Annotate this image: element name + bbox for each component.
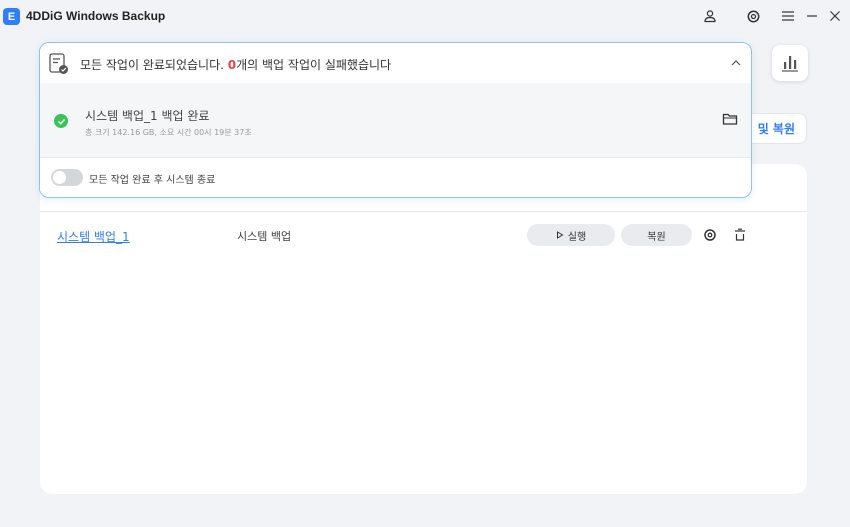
task-report-icon [49, 53, 68, 74]
bar-chart-icon [782, 56, 798, 72]
run-label: 실행 [567, 231, 587, 243]
check-circle-icon [54, 114, 68, 128]
menu-icon[interactable] [780, 8, 796, 24]
app-title: 4DDiG Windows Backup [26, 9, 166, 23]
delete-icon[interactable] [732, 227, 748, 243]
chevron-up-icon[interactable] [730, 57, 742, 69]
run-button[interactable]: 실행 [527, 224, 615, 246]
shutdown-toggle[interactable] [51, 169, 83, 186]
list-divider [40, 211, 807, 212]
backup-name-link[interactable]: 시스템 백업_1 [57, 228, 130, 245]
close-icon[interactable] [827, 8, 843, 24]
statistics-button[interactable] [772, 45, 808, 81]
backup-list-panel [40, 164, 807, 494]
task-title: 시스템 백업_1 백업 완료 [85, 109, 210, 123]
restore-label: 복원 [647, 231, 666, 243]
restore-button[interactable]: 복원 [621, 224, 692, 246]
popup-message-start: 모든 작업이 완료되었습니다. [80, 58, 228, 72]
backup-type: 시스템 백업 [237, 230, 292, 243]
title-bar: E 4DDiG Windows Backup [0, 0, 850, 34]
popup-header: 모든 작업이 완료되었습니다. 0개의 백업 작업이 실패했습니다 [40, 43, 751, 83]
task-details: 총 크기 142.16 GB, 소요 시간 00시 19분 37초 [85, 128, 252, 137]
backup-settings-icon[interactable] [702, 227, 718, 243]
app-logo-letter: E [7, 10, 16, 23]
completed-task-item: 시스템 백업_1 백업 완료 총 크기 142.16 GB, 소요 시간 00시… [40, 83, 751, 158]
shutdown-toggle-label: 모든 작업 완료 후 시스템 종료 [89, 175, 216, 186]
minimize-icon[interactable] [804, 8, 820, 24]
open-folder-icon[interactable] [722, 112, 738, 126]
popup-message: 모든 작업이 완료되었습니다. 0개의 백업 작업이 실패했습니다 [80, 56, 391, 73]
app-logo: E [3, 8, 20, 25]
completion-popup: 모든 작업이 완료되었습니다. 0개의 백업 작업이 실패했습니다 시스템 백업… [39, 42, 752, 198]
toggle-knob [53, 171, 66, 184]
popup-message-end: 개의 백업 작업이 실패했습니다 [236, 58, 392, 72]
user-icon[interactable] [702, 8, 718, 24]
popup-footer: 모든 작업 완료 후 시스템 종료 [40, 157, 751, 197]
failed-count: 0 [227, 58, 237, 72]
play-icon [556, 231, 564, 239]
settings-icon[interactable] [745, 8, 761, 24]
